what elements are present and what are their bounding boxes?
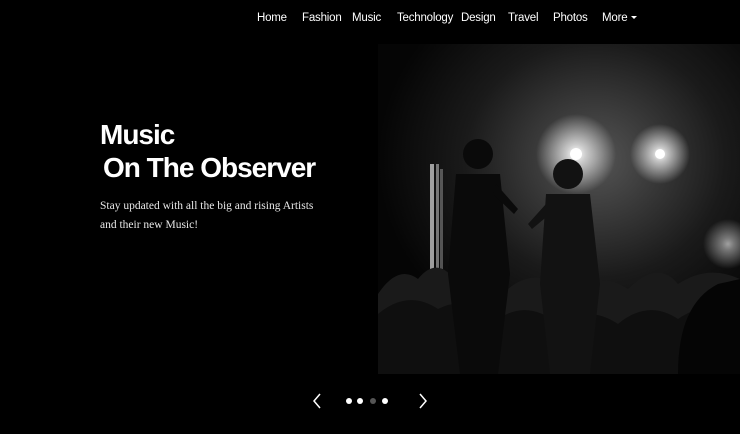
hero-title: Music On The Observer (100, 118, 316, 184)
nav-home[interactable]: Home (257, 12, 287, 24)
nav-fashion[interactable]: Fashion (302, 12, 342, 24)
nav-more-label: More (602, 12, 628, 24)
nav-travel[interactable]: Travel (508, 12, 539, 24)
carousel-dot-4[interactable] (382, 398, 388, 404)
nav-more-dropdown[interactable]: More (602, 12, 638, 24)
hero-concert-photo (378, 44, 740, 374)
carousel-prev-button[interactable] (310, 390, 324, 412)
carousel-next-button[interactable] (416, 390, 430, 412)
nav-music[interactable]: Music (352, 12, 381, 24)
carousel-dot-1[interactable] (346, 398, 352, 404)
chevron-right-icon (419, 393, 427, 409)
carousel-dot-2[interactable] (357, 398, 363, 404)
nav-technology[interactable]: Technology (397, 12, 453, 24)
hero-title-line1: Music (100, 119, 175, 150)
hero-title-line2: On The Observer (103, 152, 316, 183)
hero-subtitle: Stay updated with all the big and rising… (100, 200, 314, 231)
nav-photos[interactable]: Photos (553, 12, 588, 24)
top-nav: Home Fashion Music Technology Design Tra… (0, 0, 740, 40)
carousel-dot-3[interactable] (370, 398, 376, 404)
caret-down-icon (631, 16, 638, 20)
nav-design[interactable]: Design (461, 12, 496, 24)
chevron-left-icon (313, 393, 321, 409)
